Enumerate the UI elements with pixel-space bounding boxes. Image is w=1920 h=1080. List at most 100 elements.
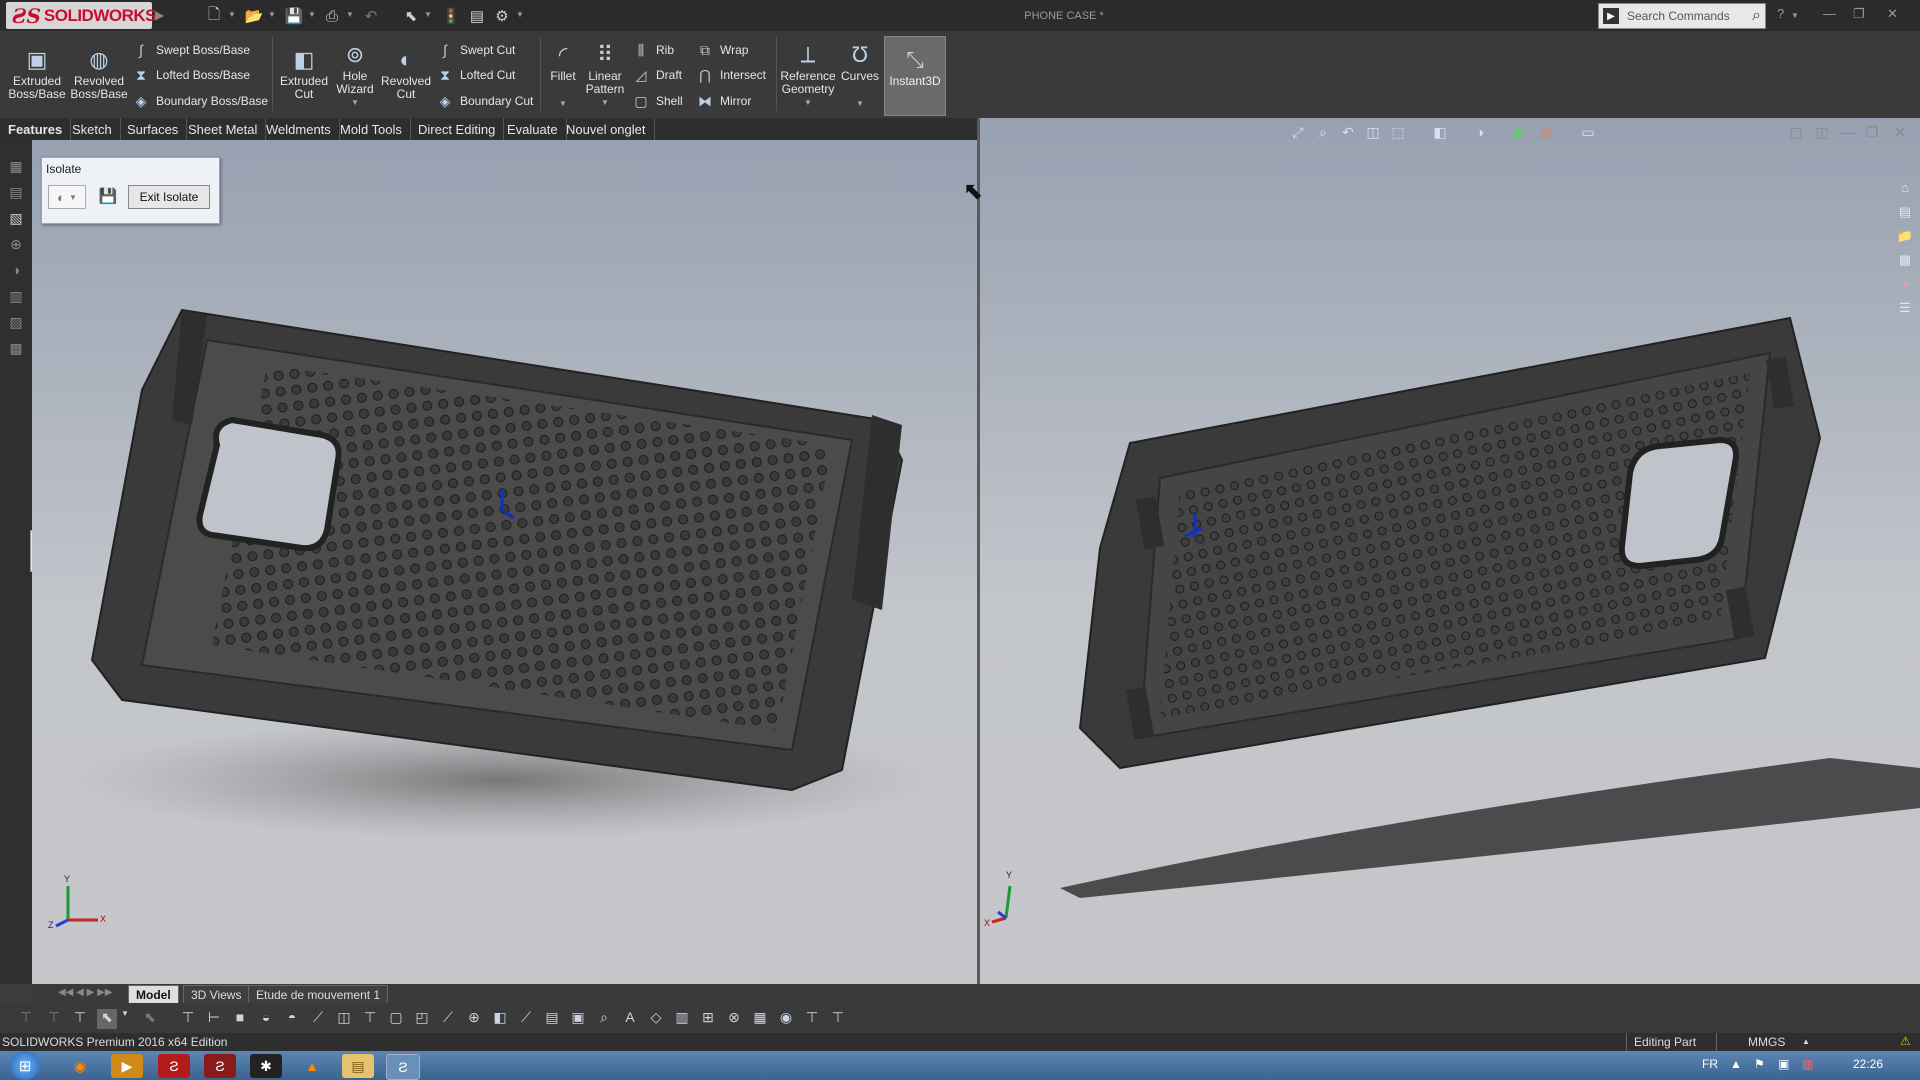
display-style-icon[interactable]: ◧ [1430, 124, 1450, 144]
tab-weldments[interactable]: Weldments [258, 118, 340, 140]
extruded-cut-button[interactable]: ◧ Extruded Cut [276, 45, 332, 125]
tab-evaluate[interactable]: Evaluate [499, 118, 567, 140]
curves-button[interactable]: Ʊ Curves ▼ [840, 40, 880, 120]
filter-vertices-icon[interactable]: ⊤ [178, 1009, 198, 1029]
filter-axes-icon[interactable]: ⟋ [308, 1009, 328, 1029]
exit-isolate-button[interactable]: Exit Isolate [128, 185, 210, 209]
apply-scene-icon[interactable]: ◍ [1536, 124, 1556, 144]
phone-case-model-back[interactable] [980, 118, 1920, 984]
intersect-button[interactable]: ⋂ Intersect [696, 64, 766, 86]
fillet-dropdown-icon[interactable]: ▼ [559, 97, 567, 110]
linear-pattern-button[interactable]: ⠿ Linear Pattern ▼ [582, 40, 628, 120]
feature-tree-icon[interactable]: ▦ [7, 158, 25, 176]
lofted-cut-button[interactable]: ⧗ Lofted Cut [436, 64, 515, 86]
filter-edges-icon[interactable]: ⊢ [204, 1009, 224, 1029]
rebuild-status-icon[interactable]: ⚠ [1900, 1034, 1911, 1048]
filter-blocks-icon[interactable]: ▥ [672, 1009, 692, 1029]
filter-center-icon[interactable]: ⊤ [828, 1009, 848, 1029]
tab-motion-study[interactable]: Etude de mouvement 1 [248, 985, 389, 1004]
tab-mold-tools[interactable]: Mold Tools [332, 118, 411, 140]
media-player-icon[interactable]: ▶ [111, 1054, 143, 1078]
hole-wizard-dropdown-icon[interactable]: ▼ [351, 96, 359, 109]
help-dropdown-icon[interactable]: ▼ [1791, 11, 1799, 20]
app-icon[interactable]: ✱ [250, 1054, 282, 1078]
curves-dropdown-icon[interactable]: ▼ [856, 97, 864, 110]
unit-system-selector[interactable]: MMGS [1748, 1035, 1785, 1049]
viewport-close-icon[interactable]: ✕ [1890, 124, 1910, 144]
filter-midpoints-icon[interactable]: ◰ [412, 1009, 432, 1029]
tab-sheet-metal[interactable]: Sheet Metal [180, 118, 267, 140]
filter-annotation-icon[interactable]: A [620, 1009, 640, 1029]
filter-cosmetic-threads-icon[interactable]: ⊞ [698, 1009, 718, 1029]
minimize-icon[interactable]: — [1823, 6, 1836, 21]
filter-dowel-pin-icon[interactable]: ⊗ [724, 1009, 744, 1029]
swept-boss-button[interactable]: ∫ Swept Boss/Base [132, 39, 250, 61]
filter-mid-points-icon[interactable]: ⊤ [802, 1009, 822, 1029]
filter-sketch-icon[interactable]: ⊤ [360, 1009, 380, 1029]
tab-features[interactable]: Features [0, 118, 72, 140]
save-isolate-icon[interactable]: 💾 [98, 186, 118, 206]
filter-center-marks-icon[interactable]: ⟋ [438, 1009, 458, 1029]
tab-scroll-icons[interactable]: ◀◀ ◀ ▶ ▶▶ [58, 987, 112, 998]
tab-surfaces[interactable]: Surfaces [119, 118, 188, 140]
wrap-button[interactable]: ⧉ Wrap [696, 39, 748, 61]
filter-faces-icon[interactable]: ■ [230, 1009, 250, 1029]
fillet-button[interactable]: ◜ Fillet ▼ [545, 40, 581, 120]
filter-routing-points-icon[interactable]: ◉ [776, 1009, 796, 1029]
view-settings-icon[interactable]: ▭ [1578, 124, 1598, 144]
view-palette-icon[interactable]: ▦ [1895, 252, 1915, 272]
hide-show-items-icon[interactable]: ◑ [1470, 124, 1490, 144]
boundary-cut-button[interactable]: ◈ Boundary Cut [436, 90, 534, 112]
filter-all-icon[interactable]: ⊤ [70, 1009, 90, 1029]
select-dropdown-icon[interactable]: ▼ [115, 1009, 135, 1029]
units-dropdown-icon[interactable]: ▲ [1802, 1037, 1810, 1046]
edit-appearance-icon[interactable]: ◉ [1508, 124, 1528, 144]
filter-planes-icon[interactable]: ◫ [334, 1009, 354, 1029]
rib-button[interactable]: ⫼ Rib [632, 39, 674, 61]
draft-button[interactable]: ◿ Draft [632, 64, 682, 86]
filter-surface-bodies-icon[interactable]: ◒ [256, 1009, 276, 1029]
hole-wizard-button[interactable]: ⊚ Hole Wizard ▼ [330, 40, 380, 120]
shell-button[interactable]: ▢ Shell [632, 90, 682, 112]
mirror-button[interactable]: ⧓ Mirror [696, 90, 751, 112]
reference-geometry-dropdown-icon[interactable]: ▼ [804, 96, 812, 109]
filter-geometric-tolerance-icon[interactable]: ▤ [542, 1009, 562, 1029]
view-orientation-icon[interactable]: ⬚ [1388, 124, 1408, 144]
viewport-minimize-icon[interactable]: — [1838, 124, 1858, 144]
filter-sketch-segments-icon[interactable]: ▢ [386, 1009, 406, 1029]
filter-weld-symbols-icon[interactable]: ⌕ [594, 1009, 614, 1029]
boundary-boss-button[interactable]: ◈ Boundary Boss/Base [132, 90, 268, 112]
network-icon[interactable]: ▥ [1802, 1057, 1813, 1071]
reference-geometry-button[interactable]: ⟂ Reference Geometry ▼ [778, 40, 838, 120]
system-clock[interactable]: 22:26 [1853, 1057, 1883, 1071]
search-commands-field[interactable]: ▶ Search Commands ⌕ [1598, 3, 1766, 29]
tab-model[interactable]: Model [128, 985, 179, 1004]
help-icon[interactable]: ? [1777, 6, 1784, 21]
panel-tool-icon-3[interactable]: ▩ [7, 340, 25, 358]
zoom-to-fit-icon[interactable]: ⤢ [1288, 124, 1308, 144]
revolved-cut-button[interactable]: ◐ Revolved Cut [380, 45, 432, 125]
section-view-icon[interactable]: ◫ [1363, 124, 1383, 144]
viewport-split-icon[interactable]: ◫ [1812, 124, 1832, 144]
restore-icon[interactable]: ❐ [1853, 6, 1865, 22]
search-icon[interactable]: ⌕ [1752, 7, 1761, 25]
graphics-viewport-right[interactable]: Y X [980, 118, 1920, 984]
display-manager-icon[interactable]: ◑ [7, 262, 25, 280]
select-pointer-icon[interactable]: ⬉ [97, 1009, 117, 1029]
tray-expand-icon[interactable]: ▲ [1730, 1057, 1742, 1071]
graphics-viewport-left[interactable]: Y X Z [32, 140, 978, 984]
tab-direct-editing[interactable]: Direct Editing [410, 118, 505, 140]
display-style-select[interactable]: ◐ ▼ [48, 185, 86, 209]
filter-notes-icon[interactable]: ▣ [568, 1009, 588, 1029]
panel-tool-icon[interactable]: ▥ [7, 288, 25, 306]
filter-dimensions-icon[interactable]: ◧ [490, 1009, 510, 1029]
linear-pattern-dropdown-icon[interactable]: ▼ [601, 96, 609, 109]
swept-cut-button[interactable]: ∫ Swept Cut [436, 39, 515, 61]
filter-surface-finish-icon[interactable]: ⟋ [516, 1009, 536, 1029]
file-explorer-icon[interactable]: ▤ [342, 1054, 374, 1078]
firefox-icon[interactable]: ◉ [64, 1054, 96, 1078]
filter-clear-icon[interactable]: ⊤ [44, 1009, 64, 1029]
language-indicator[interactable]: FR [1702, 1057, 1718, 1071]
solidworks-active-icon[interactable]: Ƨ [386, 1054, 420, 1080]
solidworks-composer-icon[interactable]: Ƨ [204, 1054, 236, 1078]
